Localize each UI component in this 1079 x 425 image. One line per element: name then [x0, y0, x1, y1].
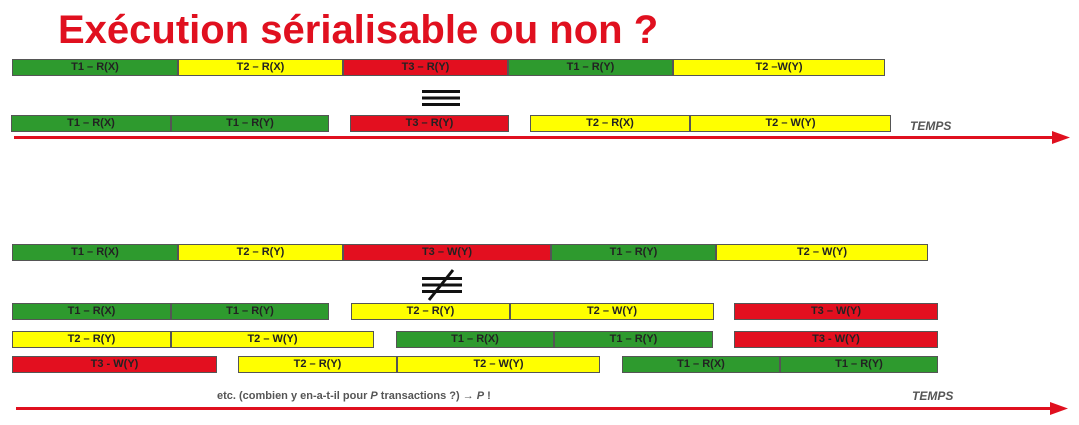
op-t2-ry: T2 – R(Y): [178, 244, 343, 261]
serial3-op-t2-ry: T2 – R(Y): [238, 356, 397, 373]
serial1-op-t2-ry: T2 – R(Y): [351, 303, 510, 320]
time-arrow: [14, 131, 1070, 144]
serial1-op-t1-ry: T1 – R(Y): [171, 303, 329, 320]
serial3-op-t2-wy: T2 – W(Y): [397, 356, 600, 373]
serial1-op-t1-rx: T1 – R(X): [12, 303, 171, 320]
serial3-op-t3-wy: T3 - W(Y): [12, 356, 217, 373]
serial3-op-t1-ry: T1 – R(Y): [780, 356, 938, 373]
op-t1-rx: T1 – R(X): [12, 59, 178, 76]
time-arrow: [16, 402, 1068, 415]
serial2-op-t1-rx: T1 – R(X): [396, 331, 554, 348]
op-t2-wy: T2 – W(Y): [716, 244, 928, 261]
serial1-op-t3-wy: T3 – W(Y): [734, 303, 938, 320]
serial2-op-t2-wy: T2 – W(Y): [171, 331, 374, 348]
serial3-op-t1-rx: T1 – R(X): [622, 356, 780, 373]
slide-title: Exécution sérialisable ou non ?: [58, 8, 659, 52]
equivalence-symbol: [422, 90, 460, 106]
serial2-op-t2-ry: T2 – R(Y): [12, 331, 171, 348]
op-t2-rx: T2 – R(X): [178, 59, 343, 76]
serial2-op-t1-ry: T1 – R(Y): [554, 331, 713, 348]
op-t2-wy: T2 –W(Y): [673, 59, 885, 76]
serial1-op-t2-wy: T2 – W(Y): [510, 303, 714, 320]
op-t1-ry: T1 – R(Y): [508, 59, 673, 76]
op-t1-ry: T1 – R(Y): [551, 244, 716, 261]
op-t3-wy: T3 – W(Y): [343, 244, 551, 261]
op-t3-ry: T3 – R(Y): [343, 59, 508, 76]
serial2-op-t3-wy: T3 - W(Y): [734, 331, 938, 348]
not-equivalent-symbol: [422, 269, 462, 301]
op-t1-rx: T1 – R(X): [12, 244, 178, 261]
